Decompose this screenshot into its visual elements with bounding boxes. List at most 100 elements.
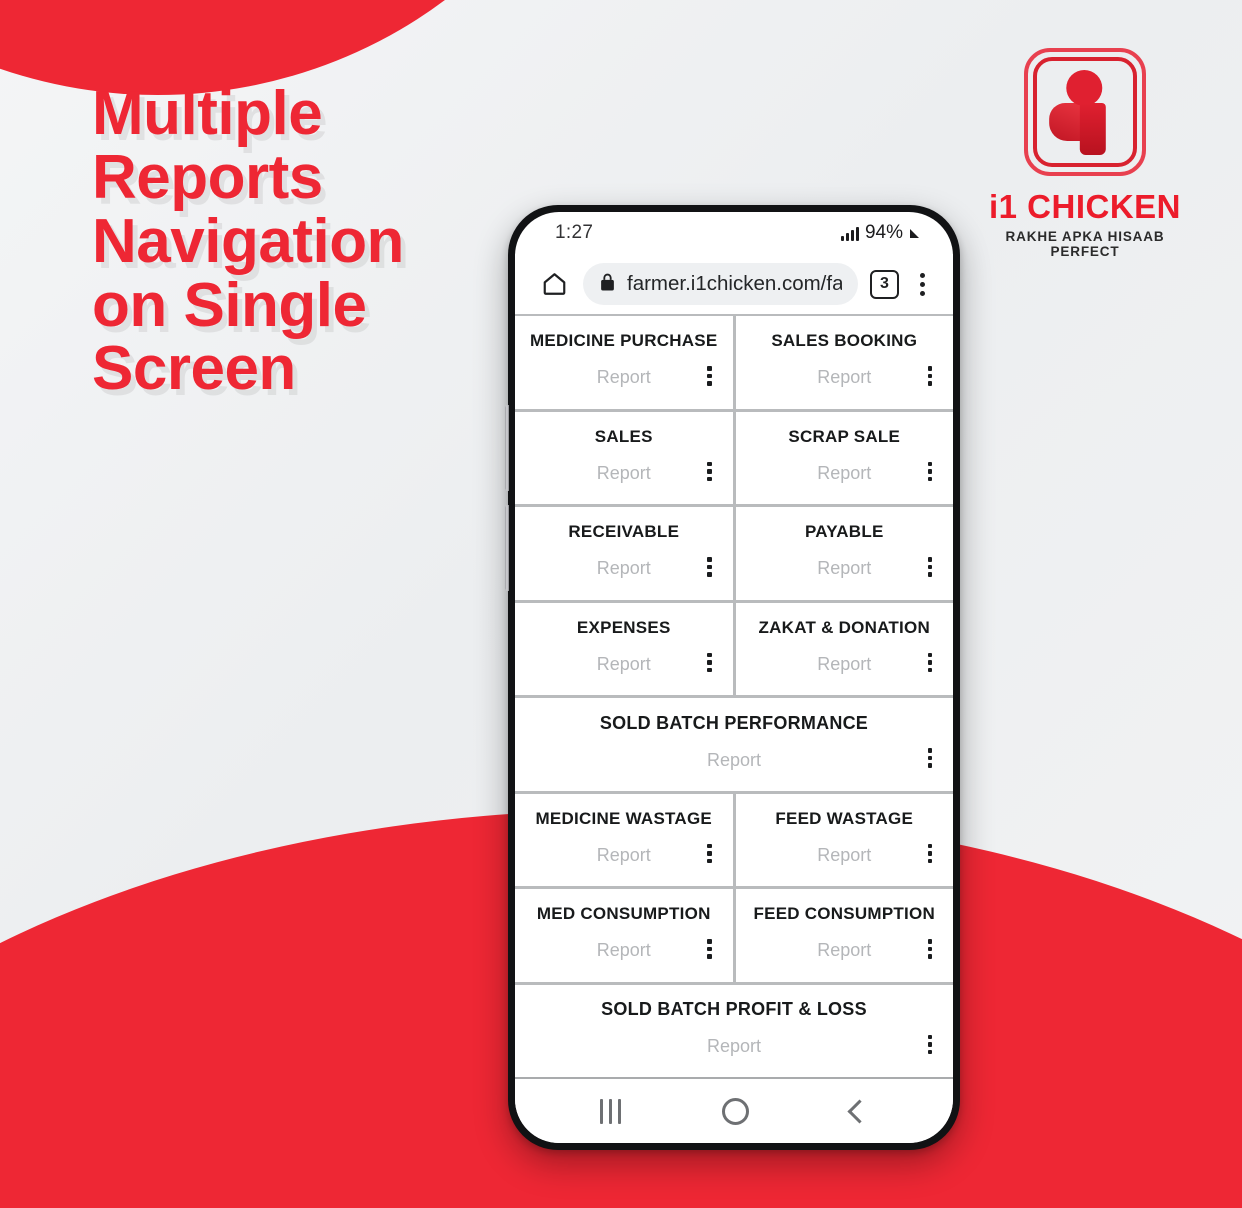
kebab-menu-icon[interactable]: [923, 748, 937, 768]
reports-grid-row: MEDICINE PURCHASE Report SALES BOOKING Repo…: [515, 316, 953, 409]
report-card-subtitle: Report: [817, 940, 872, 961]
reports-grid-row: SOLD BATCH PROFIT & LOSS Report: [515, 984, 953, 1077]
report-card[interactable]: SOLD BATCH PERFORMANCE Report: [515, 698, 953, 791]
report-card[interactable]: SCRAP SALE Report: [735, 411, 953, 504]
kebab-menu-icon[interactable]: [923, 461, 937, 481]
kebab-menu-icon[interactable]: [703, 939, 717, 959]
lock-icon: [599, 272, 616, 297]
volume-button[interactable]: [505, 405, 509, 491]
logo-person-body: [1079, 103, 1106, 155]
brand-tagline: RAKHE APKA HISAAB PERFECT: [1005, 229, 1165, 259]
report-card-subtitle: Report: [596, 844, 651, 865]
brand-logo-icon: [1024, 48, 1146, 176]
kebab-menu-icon[interactable]: [923, 939, 937, 959]
battery-percent: 94%: [864, 222, 903, 243]
status-bar: 1:27 94%: [515, 212, 953, 254]
overflow-menu-icon[interactable]: [911, 272, 933, 296]
report-card-title: SOLD BATCH PROFIT & LOSS: [601, 999, 867, 1020]
promo-graphic: Multiple Reports Navigation on Single Sc…: [0, 0, 1242, 1208]
headline-line-4: on Single: [92, 270, 367, 340]
signal-bars-icon: [840, 226, 859, 241]
kebab-menu-icon[interactable]: [703, 652, 717, 672]
report-card-title: RECEIVABLE: [568, 522, 680, 542]
kebab-menu-icon[interactable]: [923, 843, 937, 863]
headline-line-1: Multiple: [92, 79, 323, 148]
reports-grid-row: EXPENSES Report ZAKAT & DONATION Report: [515, 602, 953, 695]
report-card-title: SCRAP SALE: [788, 426, 901, 446]
report-card-subtitle: Report: [596, 462, 651, 483]
report-card-subtitle: Report: [706, 1036, 762, 1057]
tab-counter[interactable]: 3: [870, 269, 899, 299]
url-text: farmer.i1chicken.com/fa: [627, 272, 842, 295]
report-card-title: SALES BOOKING: [771, 331, 918, 351]
home-icon-glyph: [543, 273, 565, 295]
report-card[interactable]: FEED WASTAGE Report: [735, 793, 953, 886]
report-card[interactable]: PAYABLE Report: [735, 507, 953, 600]
report-card-title: PAYABLE: [804, 522, 884, 542]
report-card[interactable]: SALES BOOKING Report: [735, 316, 953, 409]
report-card-title: MEDICINE WASTAGE: [535, 808, 713, 828]
back-chevron-icon[interactable]: [847, 1098, 872, 1124]
logo-person-head-icon: [1066, 70, 1103, 106]
report-card[interactable]: EXPENSES Report: [515, 602, 733, 695]
phone-mockup: 1:27 94% farmer.i1chicken.com/fa 3 MEDIC…: [505, 205, 960, 1150]
report-card-title: SALES: [594, 426, 653, 446]
report-card-title: ZAKAT & DONATION: [758, 617, 930, 637]
kebab-menu-icon[interactable]: [703, 461, 717, 481]
reports-grid-row: MED CONSUMPTION Report FEED CONSUMPTION Rep…: [515, 889, 953, 982]
reports-grid-row: MEDICINE WASTAGE Report FEED WASTAGE Report: [515, 793, 953, 886]
report-card-subtitle: Report: [817, 844, 872, 865]
address-bar[interactable]: farmer.i1chicken.com/fa: [583, 263, 858, 305]
report-card[interactable]: RECEIVABLE Report: [515, 507, 733, 600]
report-card-subtitle: Report: [596, 653, 651, 674]
headline-line-5: Screen: [92, 334, 296, 404]
report-card[interactable]: FEED CONSUMPTION Report: [735, 889, 953, 982]
reports-grid-row: RECEIVABLE Report PAYABLE Report: [515, 507, 953, 600]
kebab-menu-icon[interactable]: [923, 557, 937, 577]
report-card-title: MEDICINE PURCHASE: [530, 331, 718, 351]
kebab-menu-icon[interactable]: [703, 366, 717, 386]
report-card[interactable]: SALES Report: [515, 411, 733, 504]
reports-grid: MEDICINE PURCHASE Report SALES BOOKING Repo…: [515, 314, 953, 1077]
power-button[interactable]: [505, 505, 509, 591]
status-indicators: 94%: [840, 222, 919, 244]
recents-icon[interactable]: [599, 1098, 621, 1124]
logo-person-arm: [1049, 103, 1082, 141]
report-card-subtitle: Report: [596, 940, 651, 961]
kebab-menu-icon[interactable]: [923, 652, 937, 672]
report-card[interactable]: MEDICINE PURCHASE Report: [515, 316, 733, 409]
home-circle-icon[interactable]: [722, 1097, 750, 1125]
home-icon[interactable]: [537, 267, 571, 301]
report-card-subtitle: Report: [817, 462, 872, 483]
report-card-title: MED CONSUMPTION: [536, 904, 711, 924]
brand-logo: i1 CHICKEN RAKHE APKA HISAAB PERFECT: [980, 48, 1190, 259]
report-card-subtitle: Report: [817, 558, 872, 579]
report-card-subtitle: Report: [817, 653, 872, 674]
android-nav-bar: [515, 1077, 953, 1143]
report-card-title: EXPENSES: [576, 617, 671, 637]
report-card-title: SOLD BATCH PERFORMANCE: [599, 712, 869, 733]
report-card-subtitle: Report: [596, 558, 651, 579]
kebab-menu-icon[interactable]: [923, 366, 937, 386]
headline-line-3: Navigation: [92, 206, 404, 276]
headline: Multiple Reports Navigation on Single Sc…: [92, 82, 522, 401]
report-card[interactable]: MED CONSUMPTION Report: [515, 889, 733, 982]
reports-grid-row: SALES Report SCRAP SALE Report: [515, 411, 953, 504]
lock-icon-glyph: [601, 273, 614, 290]
kebab-menu-icon[interactable]: [703, 843, 717, 863]
report-card-subtitle: Report: [817, 367, 872, 388]
reports-grid-row: SOLD BATCH PERFORMANCE Report: [515, 698, 953, 791]
status-time: 1:27: [555, 222, 594, 243]
report-card-subtitle: Report: [706, 749, 762, 770]
battery-icon: [910, 228, 919, 238]
report-card-subtitle: Report: [596, 367, 651, 388]
kebab-menu-icon[interactable]: [703, 557, 717, 577]
tab-count-value: 3: [880, 275, 889, 292]
browser-toolbar: farmer.i1chicken.com/fa 3: [515, 254, 953, 314]
report-card[interactable]: ZAKAT & DONATION Report: [735, 602, 953, 695]
kebab-menu-icon[interactable]: [923, 1034, 937, 1054]
report-card-title: FEED WASTAGE: [775, 808, 914, 828]
headline-line-2: Reports: [92, 142, 323, 212]
report-card[interactable]: SOLD BATCH PROFIT & LOSS Report: [515, 984, 953, 1077]
report-card[interactable]: MEDICINE WASTAGE Report: [515, 793, 733, 886]
